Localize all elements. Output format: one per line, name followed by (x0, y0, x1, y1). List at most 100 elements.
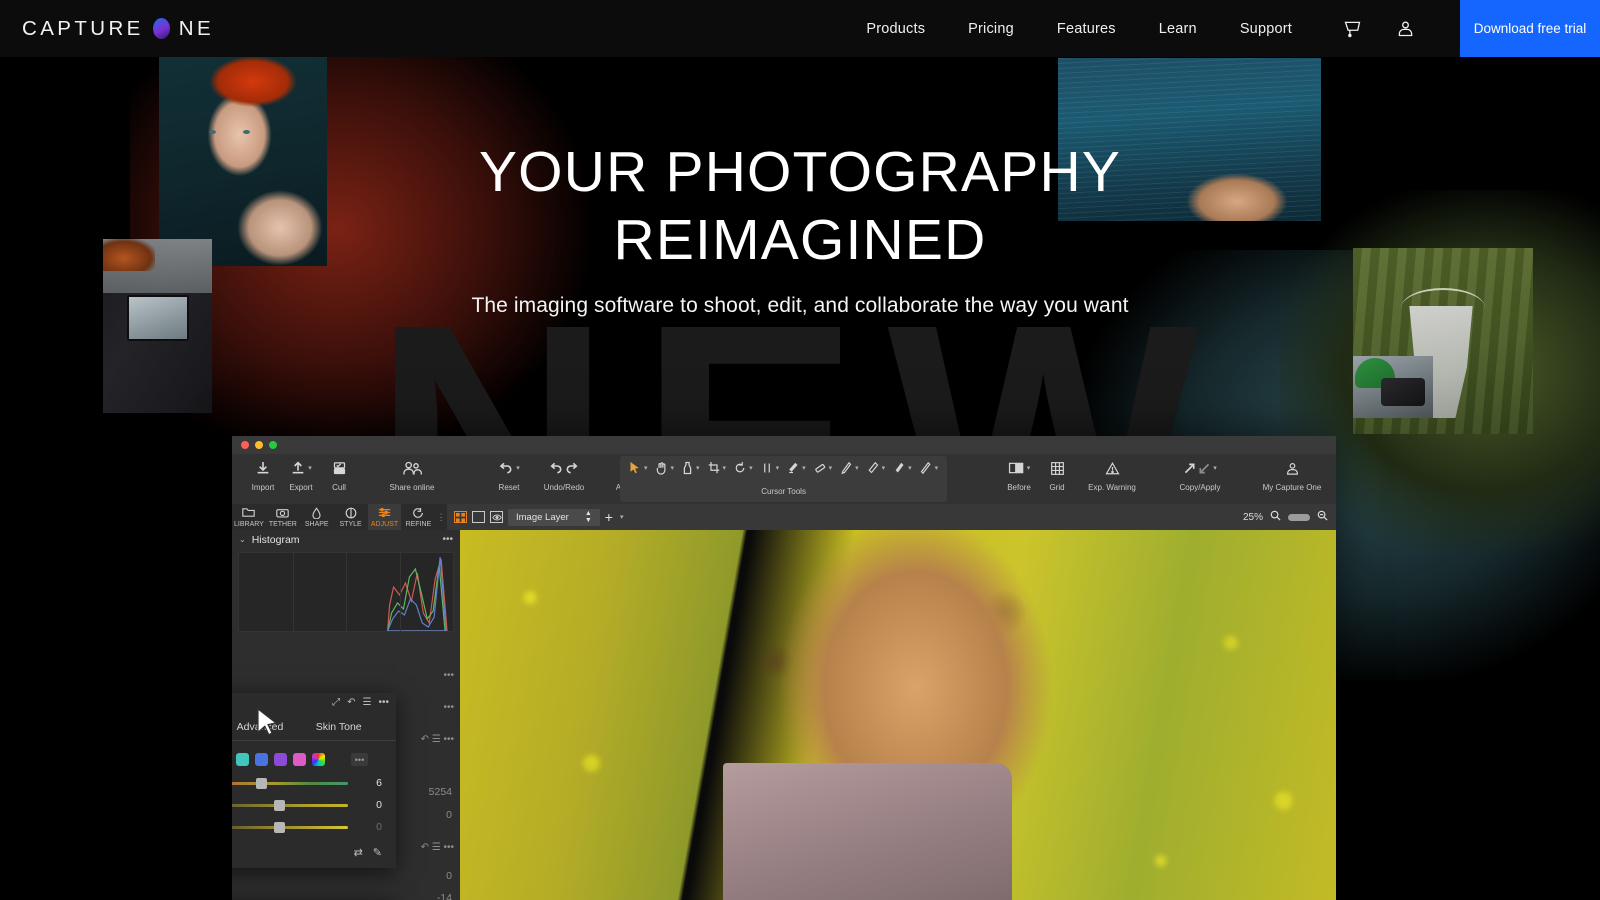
menu-icon[interactable]: ☰ (363, 697, 372, 708)
color-swatch-purple[interactable] (274, 753, 287, 766)
nav-item-learn[interactable]: Learn (1159, 21, 1197, 37)
wb-chevron-down-icon[interactable]: ▾ (696, 464, 700, 472)
keystone-chevron-down-icon[interactable]: ▾ (776, 464, 780, 472)
add-layer-plus-icon[interactable]: + (605, 509, 613, 525)
overflow-icon[interactable]: ••• (378, 697, 389, 708)
export-chevron-down-icon[interactable]: ▾ (308, 464, 312, 472)
cursor-tool-heal-brush[interactable]: ▾ (863, 459, 890, 476)
layer-select-dropdown[interactable]: Image Layer ▲ ▼ (508, 508, 600, 526)
rotate-chevron-down-icon[interactable]: ▾ (749, 464, 753, 472)
export-button[interactable]: ▾ Export (282, 454, 320, 492)
bg-panel-tools-4[interactable]: ↶ ☰ ••• (421, 842, 454, 853)
bg-panel-tools-1[interactable]: ••• (443, 670, 454, 681)
cursor-tool-gradient-mask[interactable]: ▾ (916, 459, 943, 476)
window-close-button[interactable] (241, 441, 249, 449)
layer-visibility-icon[interactable] (490, 511, 503, 523)
color-swatch-blue[interactable] (255, 753, 268, 766)
brand-logo[interactable]: CAPTURE NE (22, 17, 214, 41)
bg-panel-tools-3[interactable]: ↶ ☰ ••• (421, 734, 454, 745)
viewer-subject-shorts (722, 763, 1012, 900)
undo-redo-button[interactable]: Undo/Redo (528, 454, 600, 492)
cursor-tool-eraser[interactable]: ▾ (810, 459, 837, 476)
before-chevron-down-icon[interactable]: ▾ (1027, 464, 1031, 472)
gradient-chevron-down-icon[interactable]: ▾ (935, 464, 939, 472)
saturation-slider[interactable] (232, 799, 348, 811)
select-chevron-down-icon[interactable]: ▾ (644, 464, 648, 472)
nav-item-support[interactable]: Support (1240, 21, 1292, 37)
saturation-slider-knob[interactable] (274, 799, 285, 811)
copy-apply-chevron-down-icon[interactable]: ▾ (1213, 464, 1217, 472)
tool-tab-style[interactable]: STYLE (334, 504, 368, 530)
cursor-tool-select-pointer[interactable]: ▾ (625, 459, 652, 476)
layer-rect-icon[interactable] (472, 511, 485, 523)
nav-item-features[interactable]: Features (1057, 21, 1116, 37)
bg-value-3: 0 (446, 870, 452, 882)
cull-button[interactable]: Cull (320, 454, 358, 492)
draw-mask-chevron-down-icon[interactable]: ▾ (855, 464, 859, 472)
tool-tab-adjust[interactable]: ADJUST (367, 504, 402, 530)
eraser-chevron-down-icon[interactable]: ▾ (829, 464, 833, 472)
crop-chevron-down-icon[interactable]: ▾ (723, 464, 727, 472)
grid-button[interactable]: Grid (1038, 454, 1076, 492)
before-after-button[interactable]: ▾ Before (1000, 454, 1038, 492)
cursor-tool-clone-brush[interactable]: ▾ (889, 459, 916, 476)
cursor-tool-pan-hand[interactable]: ▾ (652, 459, 679, 476)
stepper-updown-icon[interactable]: ▲ ▼ (585, 510, 592, 524)
lightness-slider-knob[interactable] (274, 821, 285, 833)
hue-slider[interactable] (232, 777, 348, 789)
clone-chevron-down-icon[interactable]: ▾ (908, 464, 912, 472)
my-capture-one-button[interactable]: My Capture One (1256, 454, 1328, 492)
shopping-cart-icon[interactable] (1342, 18, 1363, 39)
pan-chevron-down-icon[interactable]: ▾ (671, 464, 675, 472)
magnifier-icon[interactable] (1270, 510, 1281, 524)
tool-tab-library[interactable]: LIBRARY (232, 504, 266, 530)
user-account-icon[interactable] (1395, 18, 1416, 39)
nav-item-pricing[interactable]: Pricing (968, 21, 1014, 37)
invert-selection-icon[interactable]: ⇄ (354, 846, 363, 859)
zoom-slider[interactable] (1288, 513, 1310, 521)
color-swatch-overflow-icon[interactable]: ••• (351, 753, 368, 766)
reset-button[interactable]: ▾ Reset (490, 454, 528, 492)
color-editor-tab-skin-tone[interactable]: Skin Tone (299, 717, 378, 740)
cursor-tool-draw-mask[interactable]: ▾ (836, 459, 863, 476)
expand-icon[interactable]: ⤢ (332, 697, 340, 708)
color-swatch-rainbow-icon[interactable] (312, 753, 325, 766)
nav-links: Products Pricing Features Learn Support (866, 21, 1292, 37)
hue-slider-knob[interactable] (256, 777, 268, 789)
cursor-tool-spot-removal[interactable]: ▾ (783, 459, 810, 476)
color-swatch-cyan[interactable] (236, 753, 249, 766)
histogram-collapse-chevron-icon[interactable]: ⌄ (239, 535, 246, 544)
overflow-menu-icon[interactable]: ••• (442, 534, 453, 545)
cursor-tool-crop[interactable]: ▾ (704, 459, 731, 476)
cursor-tool-keystone[interactable]: ▾ (757, 459, 784, 476)
heal-chevron-down-icon[interactable]: ▾ (882, 464, 886, 472)
bg-panel-tools-2[interactable]: ••• (443, 702, 454, 713)
spot-chevron-down-icon[interactable]: ▾ (802, 464, 806, 472)
cursor-tool-white-balance[interactable]: ▾ (678, 459, 704, 476)
reset-icon[interactable]: ↶ (347, 697, 355, 708)
tool-tabs-bar: LIBRARY TETHER SHAPE STYLE ADJUST REFINE… (232, 504, 1336, 530)
exposure-warning-button[interactable]: Exp. Warning (1076, 454, 1148, 492)
reset-chevron-down-icon[interactable]: ▾ (516, 464, 520, 472)
tool-tab-tether[interactable]: TETHER (266, 504, 300, 530)
import-button[interactable]: Import (244, 454, 282, 492)
cursor-tool-rotate[interactable]: ▾ (730, 459, 757, 476)
layer-grid-icon[interactable] (454, 511, 467, 523)
nav-item-products[interactable]: Products (866, 21, 925, 37)
color-swatch-magenta[interactable] (293, 753, 306, 766)
window-maximize-button[interactable] (269, 441, 277, 449)
download-free-trial-button[interactable]: Download free trial (1460, 0, 1600, 57)
share-online-button[interactable]: Share online (376, 454, 448, 492)
zoom-fit-icon[interactable] (1317, 510, 1328, 524)
tool-tab-shape[interactable]: SHAPE (300, 504, 334, 530)
image-viewer[interactable] (460, 530, 1336, 900)
add-layer-chevron-down-icon[interactable]: ▾ (620, 513, 624, 521)
share-people-icon (402, 458, 422, 478)
color-picker-icon[interactable]: ✎ (373, 846, 382, 859)
lightness-slider[interactable] (232, 821, 348, 833)
copy-apply-button[interactable]: ▾ Copy/Apply (1164, 454, 1236, 492)
color-editor-tab-advanced[interactable]: Advanced (232, 717, 299, 740)
tool-tab-refine[interactable]: REFINE (401, 504, 435, 530)
panel-resize-handle[interactable]: ⋮ (435, 504, 447, 530)
window-minimize-button[interactable] (255, 441, 263, 449)
